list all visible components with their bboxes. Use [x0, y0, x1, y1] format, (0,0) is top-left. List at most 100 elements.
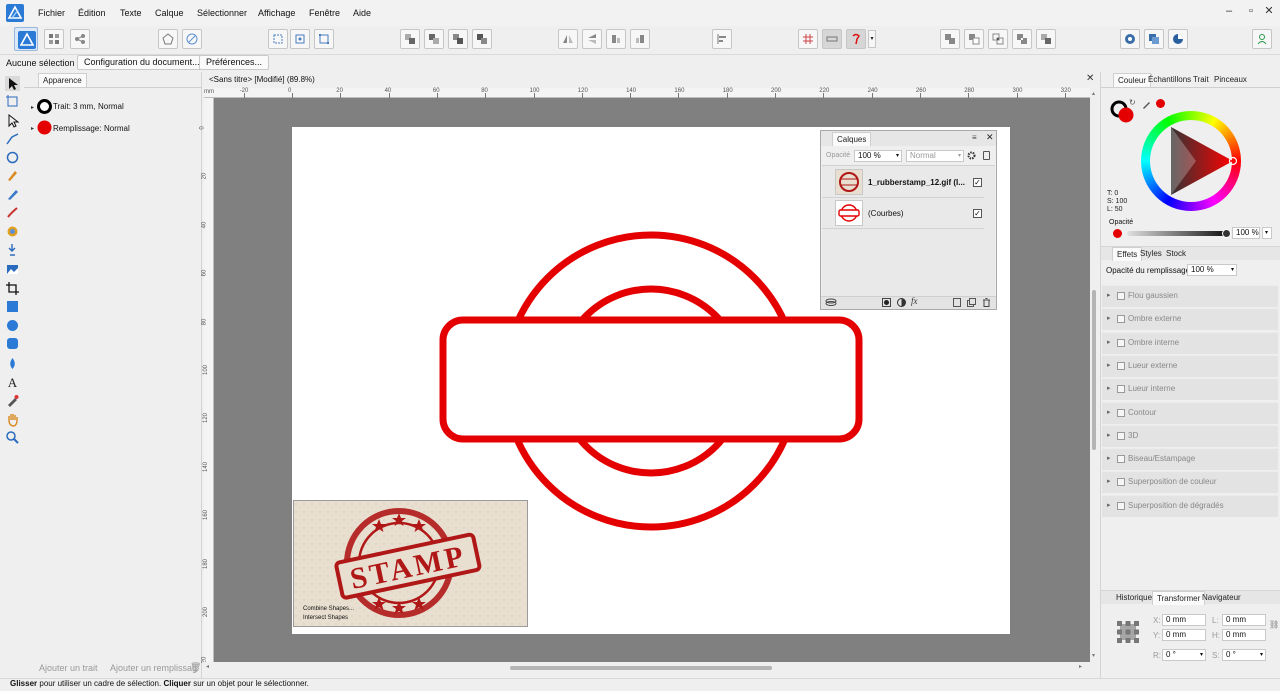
- ellipse-tool-icon[interactable]: [5, 318, 20, 333]
- fill-opacity-field[interactable]: 100 % ▾: [1187, 264, 1237, 276]
- current-color-swatch[interactable]: [1156, 99, 1165, 108]
- effect-checkbox[interactable]: [1117, 385, 1125, 393]
- layers-tab[interactable]: Calques: [832, 132, 872, 146]
- account-icon[interactable]: [1252, 29, 1272, 49]
- flip-vertical-icon[interactable]: [582, 29, 602, 49]
- boolean-divide-icon[interactable]: [1036, 29, 1056, 49]
- stroke-expand-icon[interactable]: ▸: [31, 104, 34, 111]
- export-persona-button[interactable]: [70, 29, 90, 49]
- rectangle-tool-icon[interactable]: [5, 299, 20, 314]
- fill-expand-icon[interactable]: ▸: [31, 125, 34, 132]
- tab-historique[interactable]: Historique: [1112, 591, 1156, 605]
- snapping-dropdown-icon[interactable]: ▾: [868, 30, 876, 48]
- shear-field[interactable]: 0 ° ▾: [1222, 649, 1266, 661]
- boolean-intersect-icon[interactable]: [988, 29, 1008, 49]
- minimize-button[interactable]: –: [1217, 0, 1241, 22]
- effect-expand-icon[interactable]: ▸: [1107, 338, 1111, 346]
- effect-expand-icon[interactable]: ▸: [1107, 314, 1111, 322]
- transparency-tool-icon[interactable]: [5, 242, 20, 257]
- effect-checkbox[interactable]: [1117, 362, 1125, 370]
- align-icon[interactable]: [712, 29, 732, 49]
- scroll-up-icon[interactable]: ▴: [1092, 90, 1095, 97]
- fill-tool-icon[interactable]: [5, 224, 20, 239]
- snapping-options-icon[interactable]: [822, 29, 842, 49]
- close-window-button[interactable]: ✕: [1257, 0, 1280, 22]
- eyedropper-icon[interactable]: [1142, 99, 1152, 109]
- menu-fenetre[interactable]: Fenêtre: [309, 0, 340, 26]
- menu-fichier[interactable]: Fichier: [38, 0, 65, 26]
- height-field[interactable]: 0 mm: [1222, 629, 1266, 641]
- document-tab-title[interactable]: <Sans titre> [Modifié] (89.8%): [209, 75, 315, 84]
- move-to-front-icon[interactable]: [472, 29, 492, 49]
- layers-stack-icon[interactable]: [825, 297, 837, 307]
- color-wheel[interactable]: [1141, 111, 1241, 211]
- scroll-down-icon[interactable]: ▾: [1092, 652, 1095, 659]
- adjustment-layer-icon[interactable]: [897, 298, 906, 307]
- transform-selection-icon[interactable]: [268, 29, 288, 49]
- pen-tool-icon[interactable]: [5, 168, 20, 183]
- color-picker-icon[interactable]: [1168, 29, 1188, 49]
- horizontal-scroll-thumb[interactable]: [510, 666, 772, 670]
- contour-tool-icon[interactable]: [5, 150, 20, 165]
- scroll-left-icon[interactable]: ◂: [206, 663, 209, 670]
- transform-origin-icon[interactable]: [290, 29, 310, 49]
- preferences-button[interactable]: Préférences...: [199, 55, 270, 70]
- pencil-tool-icon[interactable]: [5, 187, 20, 202]
- document-setup-icon[interactable]: [158, 29, 178, 49]
- layer-item-courbes[interactable]: (Courbes) ✓: [822, 198, 984, 228]
- vector-brush-tool-icon[interactable]: [5, 205, 20, 220]
- layers-close-icon[interactable]: ✕: [986, 132, 994, 143]
- menu-selectionner[interactable]: Sélectionner: [197, 0, 247, 26]
- designer-persona-button[interactable]: [14, 27, 38, 51]
- anchor-point-selector[interactable]: [1116, 620, 1140, 644]
- menu-aide[interactable]: Aide: [353, 0, 371, 26]
- crop-tool-icon[interactable]: [5, 281, 20, 296]
- document-setup-button[interactable]: Configuration du document...: [77, 55, 207, 70]
- rotate-right-icon[interactable]: [630, 29, 650, 49]
- pixel-persona-button[interactable]: [44, 29, 64, 49]
- effect-expand-icon[interactable]: ▸: [1107, 408, 1111, 416]
- tab-navigateur[interactable]: Navigateur: [1198, 591, 1245, 605]
- link-proportions-icon[interactable]: ⛓: [1269, 620, 1279, 629]
- tab-apparence[interactable]: Apparence: [38, 73, 87, 87]
- effect-checkbox[interactable]: [1117, 292, 1125, 300]
- mask-layer-icon[interactable]: [882, 298, 891, 307]
- node-tool-icon[interactable]: [5, 113, 20, 128]
- move-to-back-icon[interactable]: [400, 29, 420, 49]
- effects-fx-icon[interactable]: fx: [911, 296, 918, 306]
- effect-expand-icon[interactable]: ▸: [1107, 454, 1111, 462]
- lock-icon[interactable]: [983, 151, 990, 160]
- arrange-icon[interactable]: [1144, 29, 1164, 49]
- effect-expand-icon[interactable]: ▸: [1107, 291, 1111, 299]
- move-back-icon[interactable]: [424, 29, 444, 49]
- move-tool-icon[interactable]: [5, 76, 20, 91]
- x-field[interactable]: 0 mm: [1162, 614, 1206, 626]
- effect-checkbox[interactable]: [1117, 315, 1125, 323]
- layers-blend-mode[interactable]: Normal ▾: [906, 150, 964, 162]
- move-forward-icon[interactable]: [448, 29, 468, 49]
- stroke-swatch-icon[interactable]: [37, 99, 52, 114]
- zoom-tool-icon[interactable]: [5, 430, 20, 445]
- hand-tool-icon[interactable]: [5, 412, 20, 427]
- menu-edition[interactable]: Édition: [78, 0, 106, 26]
- trash-icon[interactable]: 🗑: [190, 662, 201, 673]
- effect-checkbox[interactable]: [1117, 432, 1125, 440]
- artboard-tool-icon[interactable]: [5, 94, 20, 109]
- snapping-icon[interactable]: [182, 29, 202, 49]
- layer-item-rubberstamp[interactable]: 1_rubberstamp_12.gif (I... ✓: [822, 167, 984, 197]
- layer-settings-icon[interactable]: [967, 151, 976, 160]
- effect-expand-icon[interactable]: ▸: [1107, 477, 1111, 485]
- effect-checkbox[interactable]: [1117, 478, 1125, 486]
- menu-texte[interactable]: Texte: [120, 0, 142, 26]
- duplicate-layer-icon[interactable]: [967, 298, 976, 307]
- effect-checkbox[interactable]: [1117, 409, 1125, 417]
- add-fill-button[interactable]: Ajouter un remplissag: [110, 663, 197, 673]
- opacity-dropdown-icon[interactable]: ▾: [1262, 227, 1272, 239]
- place-image-tool-icon[interactable]: [5, 262, 20, 277]
- snapping-magnet-icon[interactable]: [846, 29, 866, 49]
- fill-blend-mode[interactable]: Normal: [104, 124, 130, 133]
- opacity-slider-handle[interactable]: [1222, 229, 1231, 238]
- effect-expand-icon[interactable]: ▸: [1107, 431, 1111, 439]
- effect-expand-icon[interactable]: ▸: [1107, 501, 1111, 509]
- stroke-blend-mode[interactable]: Normal: [98, 102, 124, 111]
